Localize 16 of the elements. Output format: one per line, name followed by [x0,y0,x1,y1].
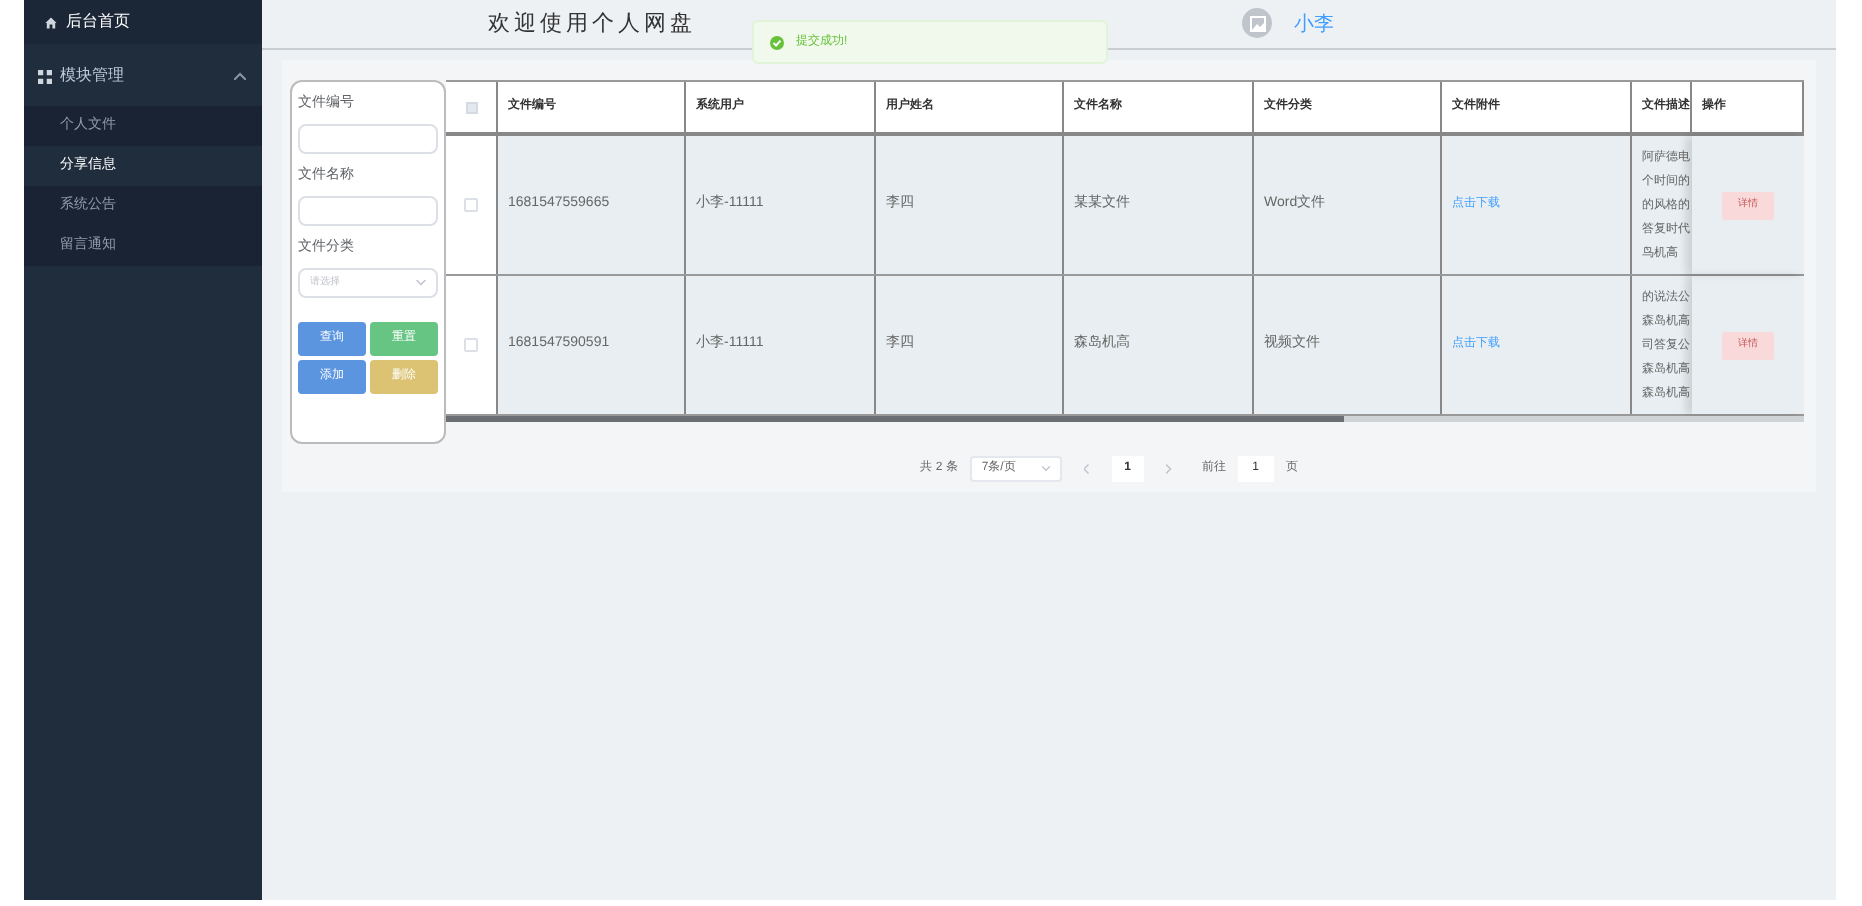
checkbox[interactable] [465,101,477,113]
chevron-down-icon [1041,466,1050,472]
input-field[interactable] [298,124,438,154]
home-icon [44,15,58,29]
checkbox[interactable] [464,338,478,352]
avatar-icon [1242,8,1272,38]
user-name[interactable]: 小李 [1294,10,1334,40]
scrollbar-thumb[interactable] [446,416,1344,422]
page-title: 欢迎使用个人网盘 [488,8,696,40]
check-circle-icon [770,35,784,49]
input-field[interactable] [298,196,438,226]
grid-icon [38,69,52,83]
checkbox[interactable] [464,198,478,212]
chevron-down-icon [416,280,426,286]
menu-group[interactable]: 模块管理 [24,46,262,106]
home-link[interactable]: 后台首页 [24,0,262,44]
